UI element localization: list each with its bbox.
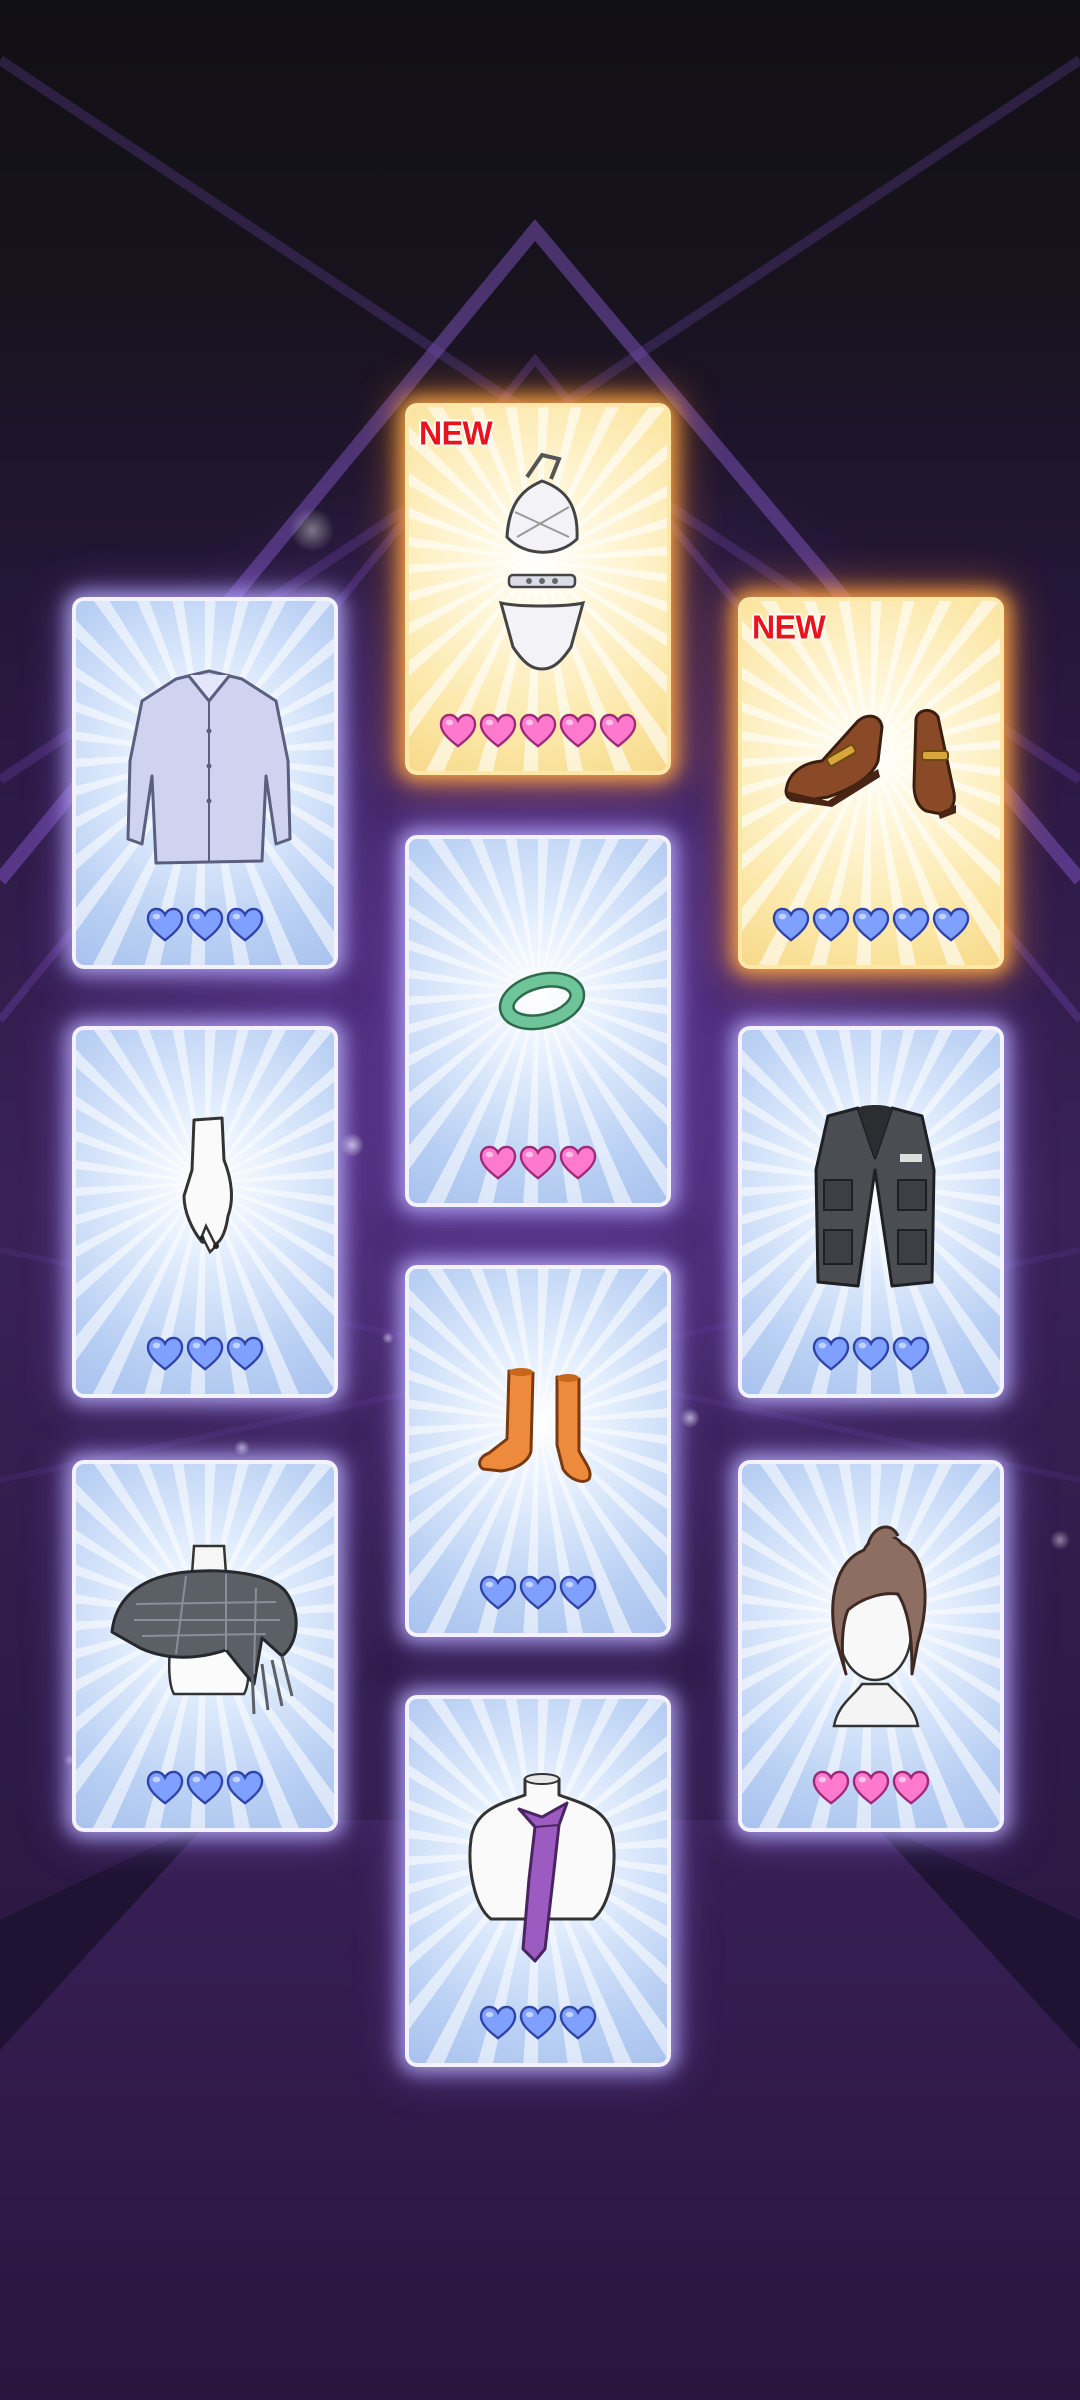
glove-icon <box>182 1116 233 1255</box>
heart-icon <box>186 907 224 942</box>
heart-icon <box>519 2005 557 2040</box>
heart-icon <box>226 907 264 942</box>
reward-screen: NEW NEW <box>0 0 1080 2400</box>
heart-icon <box>932 907 970 942</box>
rarity-hearts <box>742 1770 1000 1806</box>
heart-icon <box>479 1575 517 1610</box>
heart-icon <box>519 1145 557 1180</box>
heart-icon <box>812 1336 850 1371</box>
item-card-swimsuit[interactable]: NEW <box>405 403 671 775</box>
heart-icon <box>892 907 930 942</box>
item-card-scarf[interactable] <box>72 1460 338 1832</box>
item-card-shirt[interactable] <box>72 597 338 969</box>
heart-icon <box>852 1770 890 1805</box>
rarity-hearts <box>409 2005 667 2041</box>
item-card-socks[interactable] <box>405 1265 671 1637</box>
item-card-vest[interactable] <box>738 1026 1004 1398</box>
hairstyle-icon <box>831 1525 927 1728</box>
socks-icon <box>478 1368 592 1483</box>
rarity-hearts <box>76 907 334 943</box>
heart-icon <box>146 1336 184 1371</box>
rarity-hearts <box>742 1336 1000 1372</box>
bracelet-icon <box>498 971 586 1031</box>
shirt-icon <box>126 669 292 865</box>
item-card-hairstyle[interactable] <box>738 1460 1004 1832</box>
item-card-bracelet[interactable] <box>405 835 671 1207</box>
item-card-glove[interactable] <box>72 1026 338 1398</box>
heart-icon <box>226 1770 264 1805</box>
heart-icon <box>559 1575 597 1610</box>
rarity-hearts <box>409 713 667 749</box>
heart-icon <box>892 1336 930 1371</box>
item-card-necktie[interactable] <box>405 1695 671 2067</box>
heart-icon <box>479 713 517 748</box>
heart-icon <box>479 1145 517 1180</box>
heart-icon <box>559 1145 597 1180</box>
heart-icon <box>519 1575 557 1610</box>
heart-icon <box>439 713 477 748</box>
heart-icon <box>812 907 850 942</box>
heart-icon <box>559 2005 597 2040</box>
heart-icon <box>479 2005 517 2040</box>
item-card-loafers[interactable]: NEW <box>738 597 1004 969</box>
heart-icon <box>892 1770 930 1805</box>
heart-icon <box>519 713 557 748</box>
heart-icon <box>146 907 184 942</box>
rarity-hearts <box>409 1575 667 1611</box>
heart-icon <box>852 1336 890 1371</box>
heart-icon <box>852 907 890 942</box>
heart-icon <box>772 907 810 942</box>
rarity-hearts <box>76 1336 334 1372</box>
heart-icon <box>186 1770 224 1805</box>
rarity-hearts <box>742 907 1000 943</box>
heart-icon <box>559 713 597 748</box>
heart-icon <box>599 713 637 748</box>
heart-icon <box>146 1770 184 1805</box>
heart-icon <box>812 1770 850 1805</box>
scarf-icon <box>110 1544 298 1715</box>
swimsuit-icon <box>498 452 586 671</box>
rarity-hearts <box>409 1145 667 1181</box>
heart-icon <box>226 1336 264 1371</box>
necktie-icon <box>468 1773 616 1963</box>
rarity-hearts <box>76 1770 334 1806</box>
heart-icon <box>186 1336 224 1371</box>
vest-icon <box>814 1105 936 1288</box>
loafers-icon <box>784 709 956 819</box>
